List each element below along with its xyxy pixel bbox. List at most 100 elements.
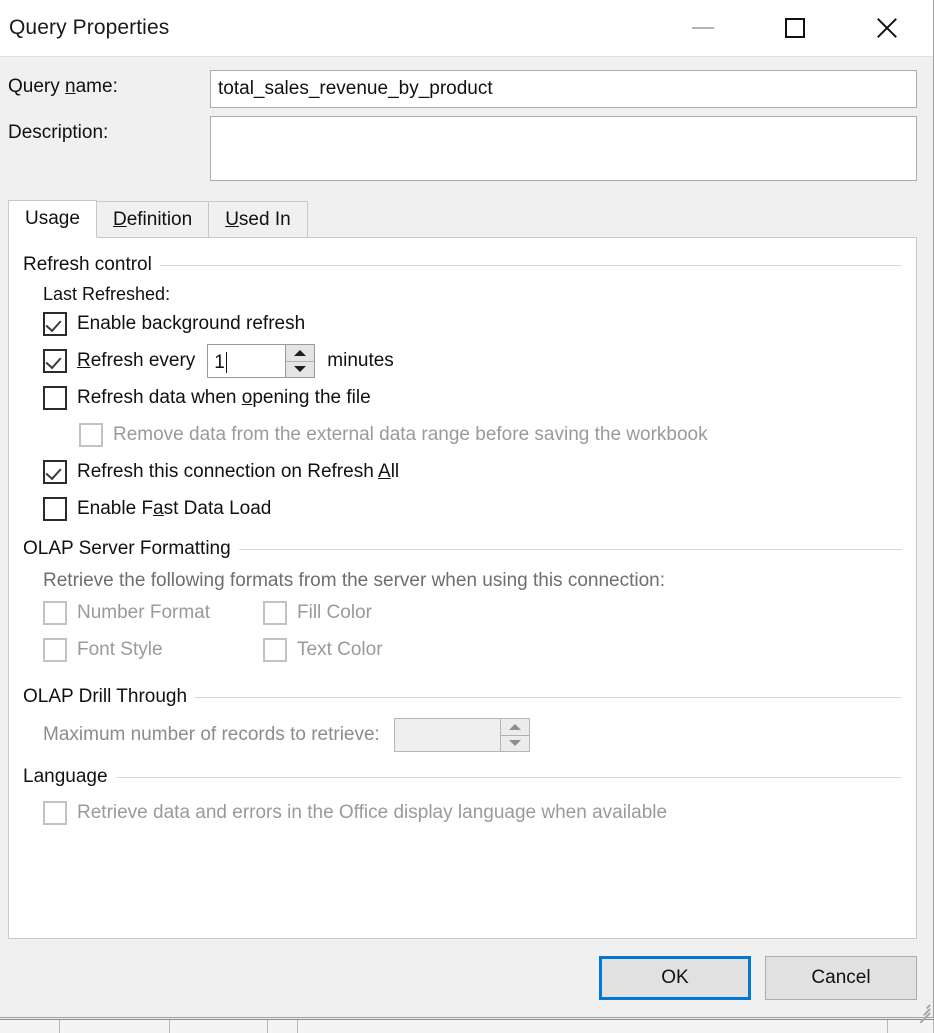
- checkbox-row-remove-external-data: Remove data from the external data range…: [79, 420, 902, 450]
- language-title: Language: [23, 766, 116, 788]
- query-name-input[interactable]: total_sales_revenue_by_product: [210, 70, 917, 108]
- ok-button[interactable]: OK: [599, 956, 751, 1000]
- query-name-label-post: ame:: [76, 76, 118, 97]
- add-sheet-button[interactable]: [268, 1020, 298, 1033]
- label-post: pening the file: [252, 387, 370, 408]
- query-name-label: Query name:: [8, 70, 210, 98]
- spinner-down-button: [501, 735, 529, 752]
- label-post: ll: [391, 461, 399, 482]
- minimize-button: [657, 0, 749, 56]
- sheet-nav-arrows[interactable]: [0, 1020, 60, 1033]
- tab-definition[interactable]: Definition: [96, 201, 209, 237]
- olap-drill-through-title: OLAP Drill Through: [23, 686, 195, 708]
- tab-used-in[interactable]: Used In: [208, 201, 308, 237]
- arrow-up-icon: [294, 350, 306, 356]
- resize-grip[interactable]: [914, 999, 930, 1015]
- olap-formats-note: Retrieve the following formats from the …: [43, 570, 902, 592]
- dialog-titlebar[interactable]: Query Properties: [0, 0, 933, 56]
- close-button[interactable]: [841, 0, 933, 56]
- checkbox-refresh-all[interactable]: [43, 460, 67, 484]
- sheet-bar-spacer: [298, 1020, 842, 1033]
- label-pre: Enable back: [77, 313, 182, 334]
- checkbox-row-refresh-on-open[interactable]: Refresh data when opening the file: [43, 383, 902, 413]
- checkbox-row-enable-background-refresh[interactable]: Enable background refresh: [43, 309, 902, 339]
- checkbox-label-refresh-every: Refresh every: [77, 350, 195, 372]
- arrow-up-icon: [509, 724, 521, 730]
- checkbox-label-fast-data-load: Enable Fast Data Load: [77, 498, 271, 520]
- maximize-button[interactable]: [749, 0, 841, 56]
- last-refreshed-label: Last Refreshed:: [43, 284, 902, 305]
- label-pre: Refresh data when: [77, 387, 242, 408]
- label-accel: g: [182, 313, 193, 334]
- tab-usage[interactable]: Usage: [8, 200, 97, 238]
- max-records-row: Maximum number of records to retrieve:: [43, 718, 902, 752]
- tab-usage-post: e: [69, 208, 80, 230]
- label-post: st Data Load: [164, 498, 272, 519]
- dialog-button-bar: OK Cancel: [0, 939, 933, 1017]
- checkbox-refresh-on-open[interactable]: [43, 386, 67, 410]
- query-name-label-accel: n: [65, 76, 76, 97]
- query-name-row: Query name: total_sales_revenue_by_produ…: [8, 70, 917, 108]
- tab-usage-accel: g: [59, 208, 70, 230]
- text-caret: [226, 352, 227, 373]
- max-records-stepper: [394, 718, 530, 752]
- label-accel: a: [153, 498, 164, 519]
- arrow-down-icon: [294, 366, 306, 372]
- usage-tab-panel: Refresh control Last Refreshed: Enable b…: [8, 237, 917, 939]
- max-records-spin-buttons: [500, 719, 529, 751]
- sheet-tab[interactable]: [60, 1020, 170, 1033]
- checkbox-row-fast-data-load[interactable]: Enable Fast Data Load: [43, 494, 902, 524]
- description-input[interactable]: [210, 116, 917, 181]
- description-row: Description:: [8, 116, 917, 181]
- spinner-down-button[interactable]: [286, 361, 314, 378]
- checkbox-label-fill-color: Fill Color: [297, 602, 372, 624]
- checkbox-row-fill-color: Fill Color: [263, 598, 463, 628]
- spinner-up-button[interactable]: [286, 345, 314, 361]
- tab-usage-pre: Usa: [25, 208, 59, 230]
- language-group: Language Retrieve data and errors in the…: [23, 766, 902, 828]
- refresh-interval-input[interactable]: 1: [208, 345, 285, 377]
- checkbox-row-refresh-every[interactable]: Refresh every 1 minutes: [43, 346, 902, 376]
- checkbox-fast-data-load[interactable]: [43, 497, 67, 521]
- checkbox-label-text-color: Text Color: [297, 639, 383, 661]
- checkbox-label-refresh-all: Refresh this connection on Refresh All: [77, 461, 399, 483]
- refresh-interval-stepper[interactable]: 1: [207, 344, 315, 378]
- arrow-down-icon: [509, 740, 521, 746]
- status-segment: [842, 1020, 888, 1033]
- description-label: Description:: [8, 116, 210, 144]
- olap-server-formatting-group: OLAP Server Formatting Retrieve the foll…: [23, 538, 902, 672]
- group-divider-line: [239, 549, 902, 550]
- checkbox-row-font-style: Font Style: [43, 635, 243, 665]
- checkbox-row-text-color: Text Color: [263, 635, 463, 665]
- language-group-header: Language: [23, 766, 902, 788]
- olap-server-formatting-title: OLAP Server Formatting: [23, 538, 239, 560]
- checkbox-refresh-every[interactable]: [43, 349, 67, 373]
- group-divider-line: [116, 777, 902, 778]
- sheet-tab[interactable]: [170, 1020, 268, 1033]
- checkbox-text-color: [263, 638, 287, 662]
- query-name-label-pre: Query: [8, 76, 65, 97]
- olap-drill-through-group: OLAP Drill Through Maximum number of rec…: [23, 686, 902, 752]
- status-segment: [888, 1020, 934, 1033]
- label-post: round refresh: [192, 313, 305, 334]
- checkbox-remove-external-data: [79, 423, 103, 447]
- olap-formats-grid: Number Format Font Style Fill Color Text: [23, 598, 902, 672]
- checkbox-label-enable-background-refresh: Enable background refresh: [77, 313, 305, 335]
- checkbox-label-refresh-on-open: Refresh data when opening the file: [77, 387, 371, 409]
- checkbox-number-format: [43, 601, 67, 625]
- checkbox-row-refresh-all[interactable]: Refresh this connection on Refresh All: [43, 457, 902, 487]
- excel-sheet-tab-bar[interactable]: [0, 1019, 934, 1033]
- checkbox-row-office-display-language: Retrieve data and errors in the Office d…: [43, 798, 902, 828]
- minimize-icon: [692, 27, 714, 29]
- checkbox-label-font-style: Font Style: [77, 639, 163, 661]
- tab-definition-post: efinition: [127, 209, 193, 231]
- checkbox-enable-background-refresh[interactable]: [43, 312, 67, 336]
- cancel-button[interactable]: Cancel: [765, 956, 917, 1000]
- label-accel: o: [242, 387, 253, 408]
- label-accel: R: [77, 350, 91, 371]
- close-icon: [874, 15, 900, 41]
- dialog-title: Query Properties: [0, 16, 169, 40]
- tab-strip: Usage Definition Used In: [0, 199, 933, 237]
- max-records-input: [395, 719, 500, 751]
- query-identity-form: Query name: total_sales_revenue_by_produ…: [0, 57, 933, 189]
